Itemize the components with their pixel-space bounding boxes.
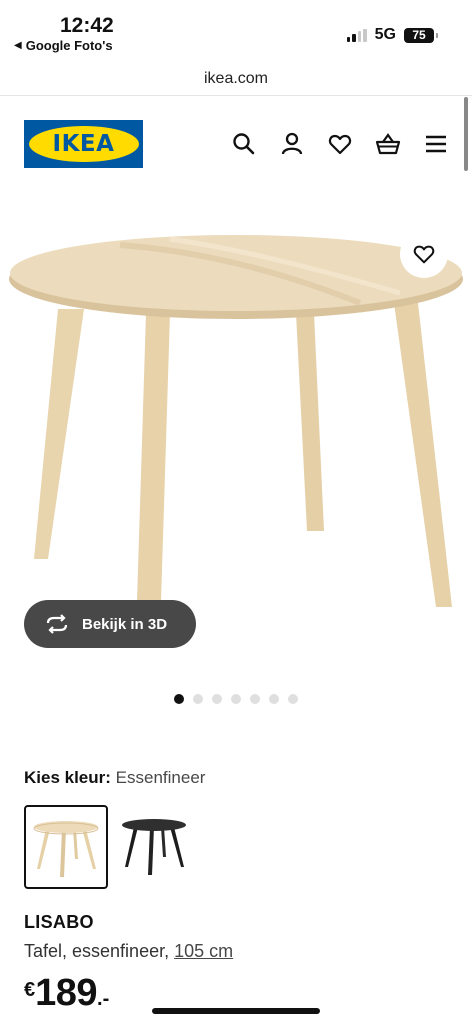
- product-size-link[interactable]: 105 cm: [174, 941, 233, 961]
- battery-level: 75: [412, 28, 426, 42]
- status-indicators: 5G 75: [346, 26, 438, 44]
- heart-icon: [413, 245, 435, 264]
- back-to-app-link[interactable]: ◀ Google Foto's: [14, 38, 113, 53]
- carousel-dot[interactable]: [193, 694, 203, 704]
- carousel-dot[interactable]: [250, 694, 260, 704]
- heart-icon[interactable]: [327, 131, 353, 157]
- price-decimals: .-: [97, 988, 110, 1010]
- favorite-button[interactable]: [400, 230, 448, 278]
- scrollbar[interactable]: [464, 97, 468, 171]
- basket-icon[interactable]: [375, 131, 401, 157]
- product-name: LISABO: [24, 912, 94, 932]
- product-description-text: Tafel, essenfineer,: [24, 941, 170, 961]
- signal-icon: [346, 28, 367, 42]
- product-description: Tafel, essenfineer, 105 cm: [24, 941, 233, 962]
- view-3d-button[interactable]: Bekijk in 3D: [24, 600, 196, 648]
- home-indicator[interactable]: [152, 1008, 320, 1014]
- back-arrow-icon: ◀: [14, 40, 22, 51]
- rotate-icon: [46, 614, 68, 634]
- product-price: € 189 .-: [24, 972, 109, 1015]
- menu-icon[interactable]: [423, 131, 449, 157]
- url-text: ikea.com: [203, 70, 269, 87]
- ikea-logo[interactable]: IKEA: [24, 120, 143, 168]
- color-swatch-black[interactable]: [114, 805, 198, 889]
- selected-color-name: Essenfineer: [115, 768, 206, 787]
- color-swatch-ash[interactable]: [24, 805, 108, 889]
- url-bar[interactable]: ikea.com: [0, 62, 472, 96]
- carousel-dot[interactable]: [288, 694, 298, 704]
- site-header: IKEA: [0, 97, 472, 193]
- carousel-dot[interactable]: [174, 694, 184, 704]
- carousel-dots: [174, 694, 298, 704]
- view-3d-label: Bekijk in 3D: [82, 615, 168, 633]
- back-app-label: Google Foto's: [25, 38, 113, 53]
- logo-text: IKEA: [52, 131, 115, 157]
- ash-table-thumbnail: [33, 821, 99, 877]
- status-bar: 12:42 ◀ Google Foto's 5G 75: [0, 0, 472, 62]
- clock: 12:42: [60, 14, 114, 37]
- battery-icon: 75: [404, 27, 438, 43]
- network-label: 5G: [374, 26, 396, 43]
- price-amount: 189: [35, 972, 98, 1014]
- carousel-dot[interactable]: [212, 694, 222, 704]
- user-icon[interactable]: [279, 131, 305, 157]
- search-icon[interactable]: [231, 131, 257, 157]
- logo-oval: IKEA: [28, 126, 139, 162]
- price-currency: €: [24, 979, 36, 1001]
- carousel-dot[interactable]: [269, 694, 279, 704]
- color-selector-label: Kies kleur: Essenfineer: [24, 768, 205, 788]
- carousel-dot[interactable]: [231, 694, 241, 704]
- color-label-heading: Kies kleur:: [24, 768, 111, 787]
- black-table-thumbnail: [122, 819, 186, 875]
